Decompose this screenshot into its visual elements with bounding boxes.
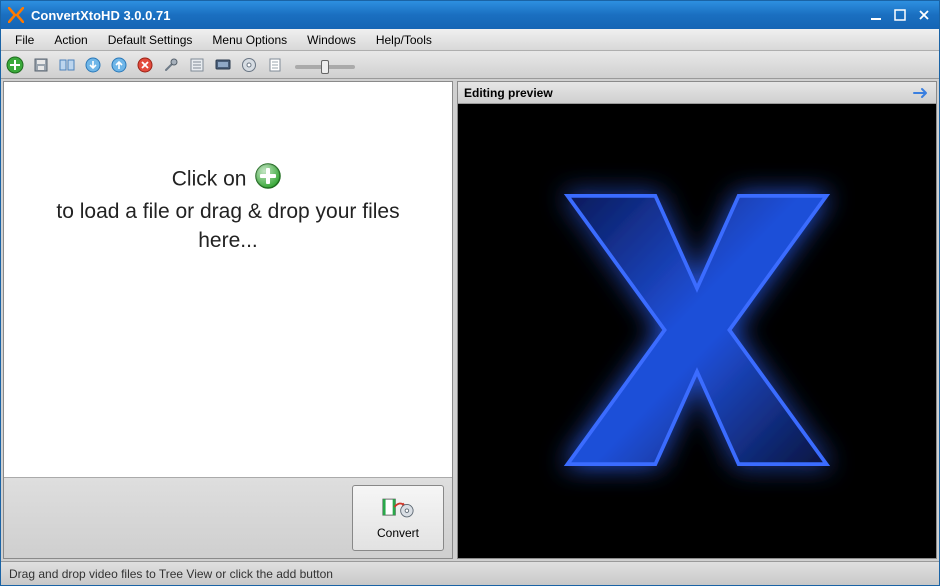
file-drop-zone[interactable]: Click on [4,82,452,478]
menu-help-tools[interactable]: Help/Tools [366,31,442,49]
menu-default-settings[interactable]: Default Settings [98,31,203,49]
settings-icon[interactable] [161,55,181,75]
toolbar [1,51,939,79]
preview-mode-icon[interactable] [213,55,233,75]
drop-hint-pre: Click on [172,168,253,191]
convert-area: Convert [4,478,452,558]
content-area: Click on [1,79,939,561]
save-icon[interactable] [31,55,51,75]
up-icon[interactable] [109,55,129,75]
convert-button[interactable]: Convert [352,485,444,551]
preview-title: Editing preview [464,86,553,100]
right-pane: Editing preview [457,81,937,559]
window-title: ConvertXtoHD 3.0.0.71 [31,8,170,23]
statusbar: Drag and drop video files to Tree View o… [1,561,939,585]
status-text: Drag and drop video files to Tree View o… [9,567,333,581]
title-menu-icon[interactable] [57,55,77,75]
menu-action[interactable]: Action [44,31,97,49]
list-icon[interactable] [187,55,207,75]
drop-hint-line2: to load a file or drag & drop your files… [56,200,399,251]
menu-windows[interactable]: Windows [297,31,366,49]
down-icon[interactable] [83,55,103,75]
close-button[interactable] [913,6,935,24]
zoom-slider[interactable] [295,58,355,72]
convert-icon [382,496,414,520]
titlebar: ConvertXtoHD 3.0.0.71 [1,1,939,29]
add-inline-icon [254,162,282,198]
preview-next-icon[interactable] [912,86,930,100]
cancel-icon[interactable] [135,55,155,75]
menu-file[interactable]: File [5,31,44,49]
menu-menu-options[interactable]: Menu Options [202,31,297,49]
left-pane: Click on [3,81,453,559]
menubar: File Action Default Settings Menu Option… [1,29,939,51]
preview-header: Editing preview [458,82,936,104]
minimize-button[interactable] [865,6,887,24]
drop-hint: Click on [28,162,428,255]
app-window: ConvertXtoHD 3.0.0.71 File Action Defaul… [0,0,940,586]
add-icon[interactable] [5,55,25,75]
preview-logo-x-icon [512,145,882,518]
maximize-button[interactable] [889,6,911,24]
burn-icon[interactable] [239,55,259,75]
convert-label: Convert [377,526,419,540]
app-icon [7,6,25,24]
log-icon[interactable] [265,55,285,75]
preview-body [458,104,936,558]
